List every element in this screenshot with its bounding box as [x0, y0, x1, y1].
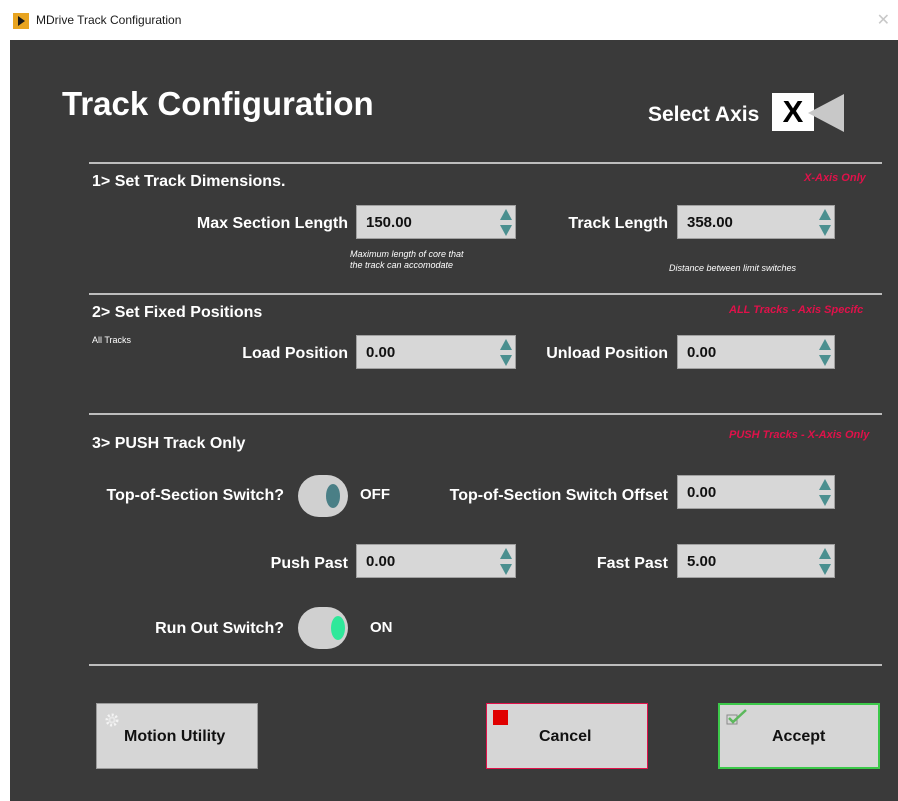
motion-utility-label: Motion Utility	[124, 728, 226, 745]
push-past-label: Push Past	[270, 555, 348, 572]
max-section-length-value: 150.00	[366, 214, 412, 231]
unload-position-label: Unload Position	[546, 345, 668, 362]
max-section-length-hint: Maximum length of core that the track ca…	[350, 249, 464, 270]
cancel-label: Cancel	[539, 728, 592, 745]
close-icon[interactable]: ✕	[877, 10, 890, 30]
motion-utility-button[interactable]: Motion Utility	[96, 703, 258, 769]
gear-icon	[105, 713, 119, 727]
top-switch-label: Top-of-Section Switch?	[106, 487, 284, 504]
max-section-length-input[interactable]: 150.00	[356, 205, 516, 239]
push-past-value: 0.00	[366, 553, 396, 570]
top-switch-offset-input[interactable]: 0.00	[677, 475, 835, 509]
section3-scope: PUSH Tracks - X-Axis Only	[729, 429, 870, 441]
up-down-arrows-icon[interactable]	[819, 479, 831, 507]
top-switch-offset-label: Top-of-Section Switch Offset	[449, 487, 668, 504]
divider	[89, 664, 882, 666]
section3-title: 3> PUSH Track Only	[92, 435, 246, 452]
run-out-switch-state: ON	[370, 619, 393, 636]
track-length-input[interactable]: 358.00	[677, 205, 835, 239]
up-down-arrows-icon[interactable]	[819, 339, 831, 367]
divider	[89, 413, 882, 415]
load-position-label: Load Position	[242, 345, 348, 362]
divider	[89, 162, 882, 164]
divider	[89, 293, 882, 295]
app-icon	[13, 13, 29, 29]
up-down-arrows-icon[interactable]	[500, 339, 512, 367]
section1-scope: X-Axis Only	[804, 172, 866, 184]
up-down-arrows-icon[interactable]	[500, 548, 512, 576]
top-switch-offset-value: 0.00	[687, 484, 717, 501]
run-out-switch-label: Run Out Switch?	[155, 620, 284, 637]
toggle-knob	[326, 484, 340, 508]
window-title: MDrive Track Configuration	[36, 13, 182, 27]
unload-position-input[interactable]: 0.00	[677, 335, 835, 369]
run-out-switch-toggle[interactable]	[298, 607, 348, 649]
section2-note: All Tracks	[92, 335, 132, 345]
accept-button[interactable]: Accept	[718, 703, 880, 769]
section2-scope: ALL Tracks - Axis Specifc	[729, 304, 864, 316]
unload-position-value: 0.00	[687, 344, 717, 361]
load-position-input[interactable]: 0.00	[356, 335, 516, 369]
up-down-arrows-icon[interactable]	[819, 209, 831, 237]
accept-label: Accept	[772, 728, 826, 745]
main-panel	[10, 40, 898, 801]
track-length-hint: Distance between limit switches	[669, 263, 797, 273]
push-past-input[interactable]: 0.00	[356, 544, 516, 578]
section2-title: 2> Set Fixed Positions	[92, 304, 263, 321]
page-title: Track Configuration	[62, 85, 374, 122]
stop-icon	[493, 710, 508, 725]
fast-past-input[interactable]: 5.00	[677, 544, 835, 578]
up-down-arrows-icon[interactable]	[819, 548, 831, 576]
axis-selector-arrow-icon[interactable]	[808, 94, 844, 132]
up-down-arrows-icon[interactable]	[500, 209, 512, 237]
max-section-length-label: Max Section Length	[196, 215, 348, 232]
fast-past-label: Fast Past	[596, 555, 668, 572]
track-length-label: Track Length	[568, 215, 668, 232]
select-axis-label: Select Axis	[648, 103, 760, 126]
cancel-button[interactable]: Cancel	[486, 703, 648, 769]
load-position-value: 0.00	[366, 344, 396, 361]
track-length-value: 358.00	[687, 214, 733, 231]
section1-title: 1> Set Track Dimensions.	[92, 173, 286, 190]
checkmark-icon	[726, 709, 747, 725]
fast-past-value: 5.00	[687, 553, 717, 570]
window-titlebar: MDrive Track Configuration ✕	[0, 0, 898, 40]
top-switch-toggle[interactable]	[298, 475, 348, 517]
toggle-knob	[331, 616, 345, 640]
top-switch-state: OFF	[360, 486, 390, 503]
